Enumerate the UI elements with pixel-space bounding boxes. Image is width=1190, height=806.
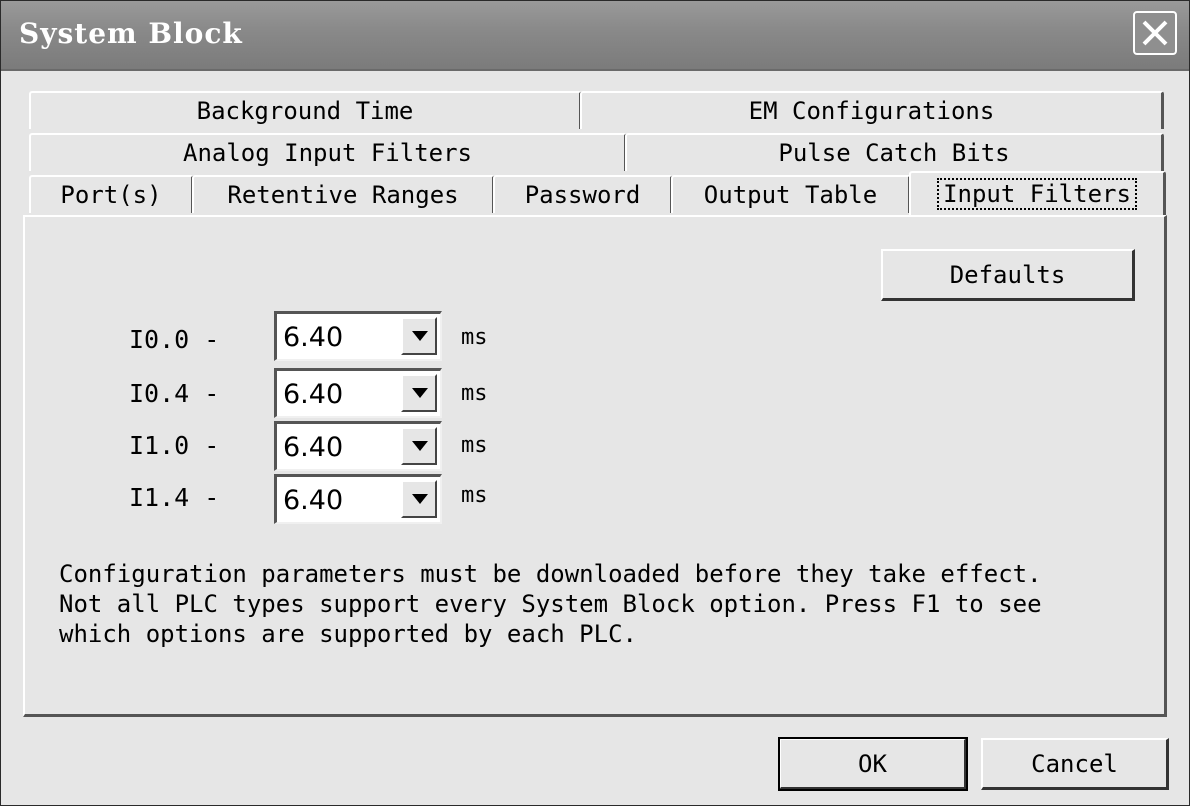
filter-label-i10: I1.0 - — [129, 431, 220, 460]
tab-analog-input-filters[interactable]: Analog Input Filters — [29, 133, 627, 171]
filter-value: 6.40 — [283, 322, 344, 353]
dropdown-button[interactable] — [401, 427, 437, 465]
note-line: Not all PLC types support every System B… — [59, 590, 1042, 618]
note-line: which options are supported by each PLC. — [59, 620, 637, 648]
filter-unit: ms — [461, 483, 488, 508]
window-title: System Block — [19, 17, 243, 50]
filter-select-i14[interactable]: 6.40 — [274, 474, 442, 524]
tab-em-configurations[interactable]: EM Configurations — [580, 91, 1164, 129]
close-button[interactable] — [1133, 11, 1177, 55]
title-bar[interactable]: System Block — [1, 1, 1189, 71]
tab-pulse-catch-bits[interactable]: Pulse Catch Bits — [625, 133, 1164, 171]
filter-value: 6.40 — [283, 432, 344, 463]
system-block-dialog: System Block Background Time EM Configur… — [0, 0, 1190, 806]
cancel-button[interactable]: Cancel — [981, 738, 1169, 790]
ok-button[interactable]: OK — [778, 737, 968, 791]
tab-password[interactable]: Password — [493, 175, 673, 213]
tab-ports[interactable]: Port(s) — [29, 175, 194, 213]
filter-select-i00[interactable]: 6.40 — [274, 311, 442, 361]
tab-output-table[interactable]: Output Table — [671, 175, 911, 213]
filter-label-i00: I0.0 - — [129, 325, 220, 354]
filter-select-i10[interactable]: 6.40 — [274, 421, 442, 471]
filter-unit: ms — [461, 433, 488, 458]
chevron-down-icon — [412, 331, 428, 341]
chevron-down-icon — [412, 441, 428, 451]
filter-unit: ms — [461, 381, 488, 406]
chevron-down-icon — [412, 388, 428, 398]
note-line: Configuration parameters must be downloa… — [59, 560, 1042, 588]
tab-input-filters[interactable]: Input Filters — [909, 171, 1166, 215]
defaults-button[interactable]: Defaults — [881, 249, 1135, 301]
filter-value: 6.40 — [283, 485, 344, 516]
tab-retentive-ranges[interactable]: Retentive Ranges — [192, 175, 495, 213]
dropdown-button[interactable] — [401, 374, 437, 412]
filter-label-i14: I1.4 - — [129, 483, 220, 512]
info-note: Configuration parameters must be downloa… — [59, 559, 1042, 649]
dropdown-button[interactable] — [401, 317, 437, 355]
filter-value: 6.40 — [283, 379, 344, 410]
close-icon — [1142, 20, 1168, 46]
tab-background-time[interactable]: Background Time — [29, 91, 582, 129]
dropdown-button[interactable] — [401, 480, 437, 518]
filter-label-i04: I0.4 - — [129, 379, 220, 408]
filter-unit: ms — [461, 325, 488, 350]
chevron-down-icon — [412, 494, 428, 504]
filter-select-i04[interactable]: 6.40 — [274, 368, 442, 418]
